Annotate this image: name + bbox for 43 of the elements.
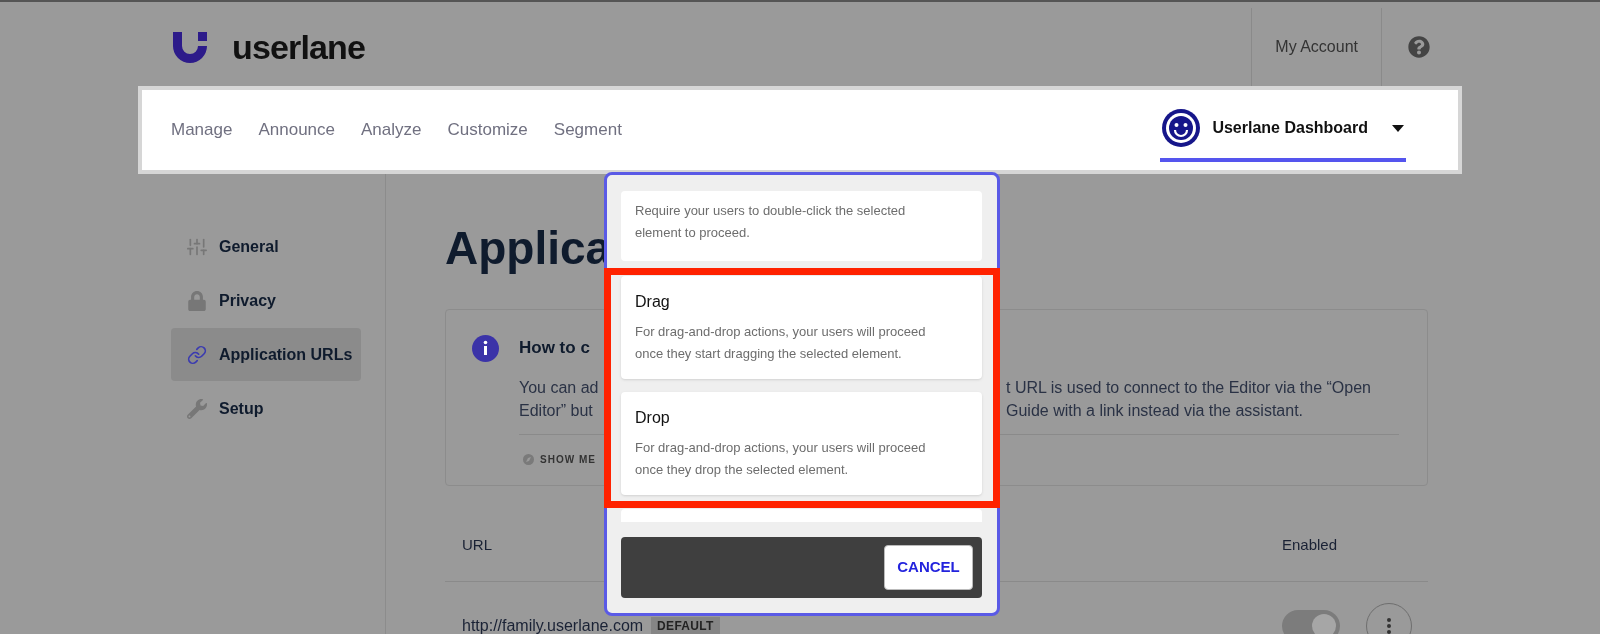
nav-tab[interactable]: Announce: [258, 117, 335, 143]
column-header: Enabled: [1282, 535, 1338, 556]
info-text: t URL is used to connect to the Editor via the “Open: [1006, 378, 1371, 398]
link-icon: [187, 344, 207, 365]
sidebar-item[interactable]: General: [171, 220, 361, 273]
wrench-icon: [187, 398, 207, 419]
info-text: Guide with a link instead via the assistant.: [1006, 401, 1304, 421]
sliders-icon: [187, 236, 207, 257]
account-link[interactable]: My Account: [1275, 35, 1358, 59]
option-card[interactable]: Require your users to double-click the selected element to proceed.: [621, 191, 982, 261]
info-heading: How to c: [519, 337, 590, 359]
option-title: Drag: [635, 292, 671, 312]
option-card[interactable]: Drag For drag-and-drop actions, your users will proceed once they start dragging the selected element.: [621, 276, 982, 379]
help-icon[interactable]: [1408, 36, 1430, 58]
workspace-menu[interactable]: Userlane Dashboard: [1160, 98, 1406, 162]
logo-text: userlane: [232, 26, 366, 68]
show-me-link[interactable]: SHOW ME: [540, 452, 596, 467]
nav-tab[interactable]: Customize: [447, 117, 528, 143]
info-icon: [472, 335, 499, 362]
default-tag: DEFAULT: [651, 617, 720, 634]
option-description: For drag-and-drop actions, your users will proceed once they drop the selected element.: [635, 439, 927, 479]
avatar-icon: [1162, 109, 1201, 147]
compass-icon: [523, 454, 534, 465]
cancel-button[interactable]: CANCEL: [884, 545, 973, 590]
nav-tab[interactable]: Analyze: [361, 117, 422, 143]
option-description: For drag-and-drop actions, your users will proceed once they start dragging the selected element.: [635, 323, 927, 363]
caret-icon: [1392, 124, 1404, 132]
nav-tab[interactable]: Segment: [553, 117, 622, 143]
page-title: Applica: [445, 222, 612, 274]
nav-tab[interactable]: Manage: [171, 117, 233, 143]
option-card[interactable]: Drop For drag-and-drop actions, your users will proceed once they drop the selected element.: [621, 392, 982, 495]
option-title: Drop: [635, 408, 671, 428]
sidebar-item[interactable]: Privacy: [171, 274, 361, 327]
sidebar-item[interactable]: Application URLs: [171, 328, 361, 381]
option-description: Require your users to double-click the selected element to proceed.: [635, 202, 907, 242]
info-text: Editor” but: [519, 402, 593, 419]
lock-icon: [187, 290, 207, 311]
more-icon: [1387, 618, 1391, 634]
info-text: You can ad: [519, 379, 599, 396]
url-text: http://family.userlane.com: [462, 616, 644, 634]
column-header: URL: [462, 536, 492, 554]
enabled-toggle[interactable]: [1282, 610, 1340, 634]
sidebar-item[interactable]: Setup: [171, 382, 361, 435]
